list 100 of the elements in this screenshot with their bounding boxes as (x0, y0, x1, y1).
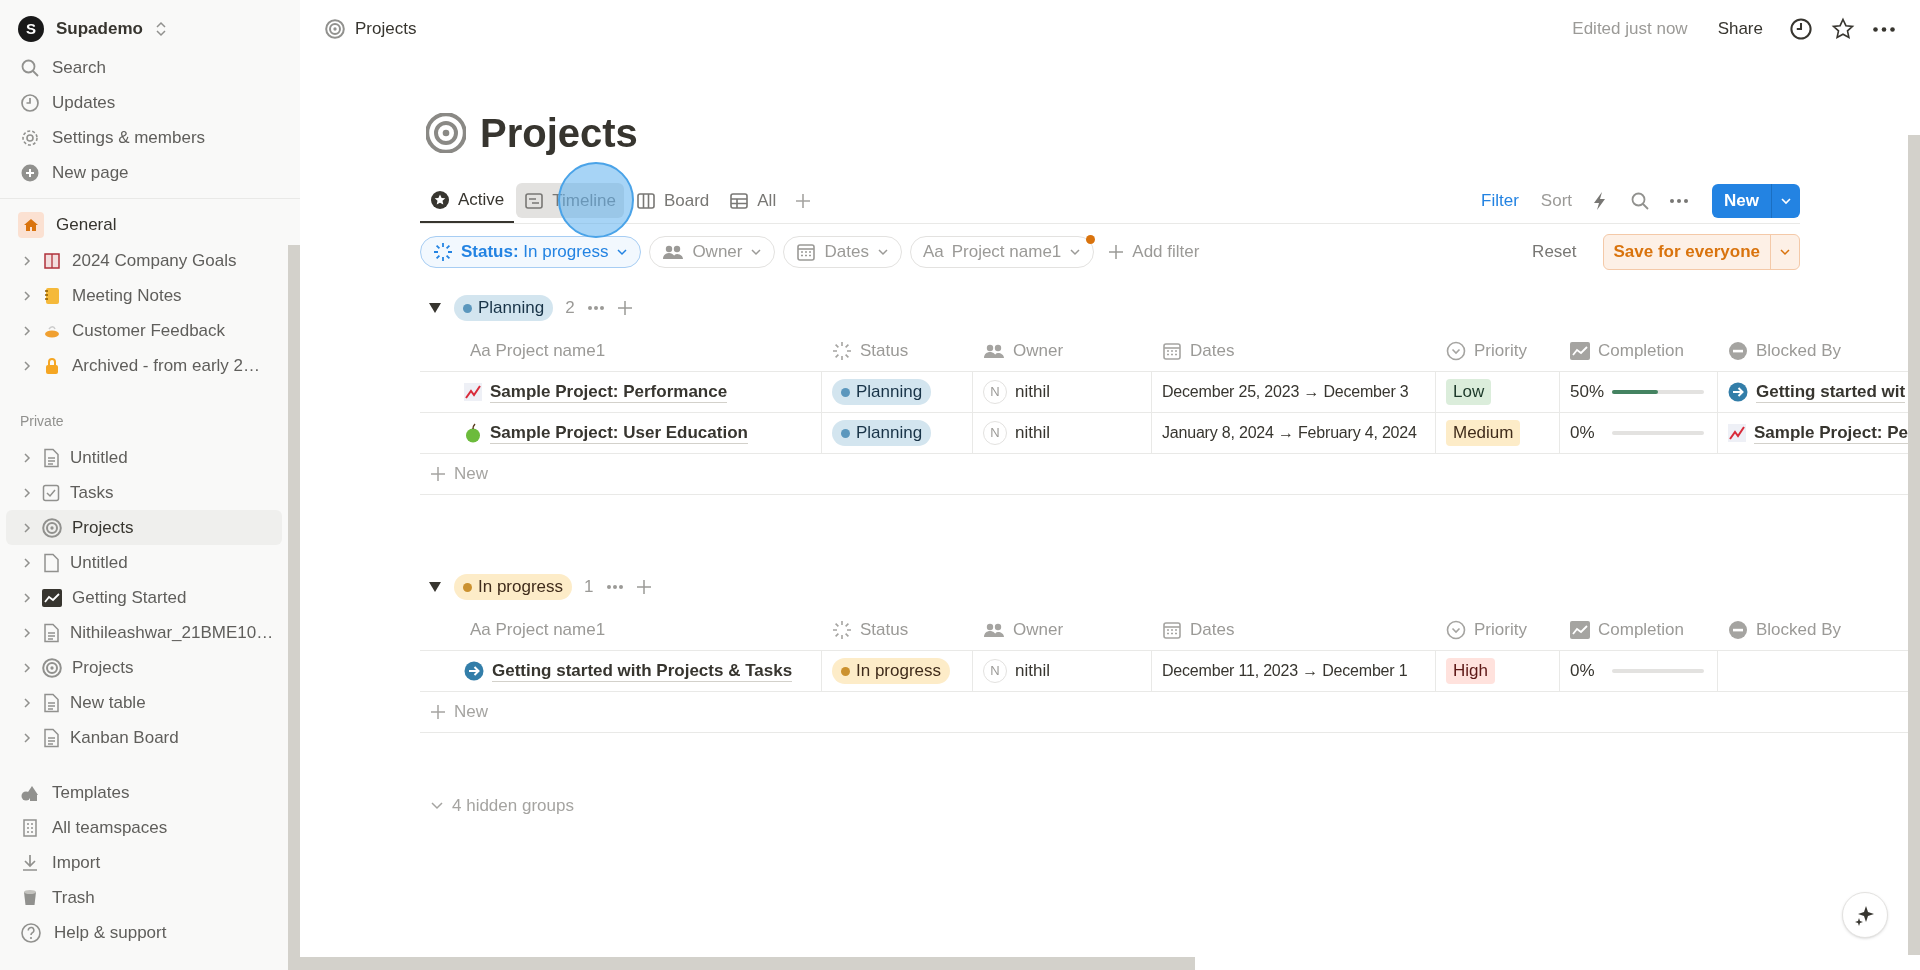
group-count: 1 (584, 576, 594, 599)
star-circle-icon (430, 189, 450, 210)
owner-name: nithil (1015, 422, 1050, 445)
sidebar-page[interactable]: Projects (6, 650, 282, 685)
date-range: December 11, 2023 → December 1 (1162, 661, 1408, 681)
group-label[interactable]: In progress (454, 574, 573, 600)
sidebar-page[interactable]: Meeting Notes (6, 278, 282, 313)
status-tag: Planning (832, 420, 932, 446)
sparkle-icon (1854, 904, 1876, 926)
chevron-right-icon (22, 253, 32, 268)
calendar-icon (1162, 619, 1182, 640)
ai-button[interactable] (1842, 892, 1888, 938)
history-icon (1789, 17, 1813, 41)
sidebar-page[interactable]: New table (6, 685, 282, 720)
view-tab[interactable]: Board (625, 178, 720, 223)
target-icon (42, 517, 62, 538)
date-range: January 8, 2024 → February 4, 2024 (1162, 423, 1417, 443)
chart-icon (1570, 620, 1590, 639)
more-icon (1873, 26, 1895, 32)
chevron-down-icon (616, 246, 629, 258)
scrollbar[interactable] (1908, 135, 1920, 955)
workspace-name[interactable]: Supademo (56, 16, 143, 42)
scrollbar[interactable] (300, 957, 1195, 970)
sidebar-item[interactable]: Settings & members (0, 120, 288, 155)
people-icon (662, 243, 685, 261)
scrollbar[interactable] (288, 245, 300, 970)
minus-circle-icon (1728, 340, 1748, 361)
sidebar-item[interactable]: Updates (0, 85, 288, 120)
teamspace-header[interactable]: General (0, 207, 288, 243)
document-icon (42, 552, 60, 573)
document-icon (42, 622, 60, 643)
table-icon (729, 190, 750, 211)
plus-icon (1108, 244, 1125, 260)
document-icon (42, 447, 60, 468)
plus-circle-icon (20, 162, 40, 183)
sidebar-item[interactable]: Import (0, 845, 288, 880)
page-title: Projects (480, 110, 638, 157)
chevron-up-down-icon (154, 21, 167, 37)
reset-button[interactable]: Reset (1532, 239, 1577, 265)
chevron-right-icon (22, 730, 32, 745)
calendar-icon (796, 242, 817, 262)
sidebar-item[interactable]: Search (0, 50, 288, 85)
chevron-right-icon (22, 555, 32, 570)
chart-icon (1570, 341, 1590, 360)
progress-reading: 50% (1570, 381, 1604, 404)
chevron-right-icon (22, 625, 32, 640)
page-link[interactable]: Getting started wit (1756, 380, 1906, 404)
view-tab[interactable]: All (719, 178, 787, 223)
chevron-down-icon (750, 246, 763, 258)
sidebar-item[interactable]: Templates (0, 775, 288, 810)
progress-reading: 0% (1570, 660, 1596, 683)
sidebar-page[interactable]: Kanban Board (6, 720, 282, 755)
sidebar-page[interactable]: Customer Feedback (6, 313, 282, 348)
section-heading: Private (19, 412, 65, 431)
minus-circle-icon (1728, 619, 1748, 640)
sidebar-page[interactable]: Untitled (6, 440, 282, 475)
breadcrumb[interactable]: Projects (325, 16, 417, 42)
sidebar-page[interactable]: Tasks (6, 475, 282, 510)
filter-pill[interactable]: Status: In progress (420, 236, 642, 268)
type-label: Aa (922, 241, 944, 264)
chevron-right-icon (22, 450, 32, 465)
page-link[interactable]: Getting started with Projects & Tasks (492, 659, 793, 683)
checkbox-icon (42, 483, 60, 502)
chevron-down-icon (876, 246, 889, 258)
sidebar-item[interactable]: New page (0, 155, 288, 190)
document-icon (42, 727, 60, 748)
chevron-right-icon (22, 520, 32, 535)
priority-tag: High (1446, 658, 1495, 684)
target-icon (325, 19, 345, 39)
loading-icon (832, 619, 852, 640)
home-icon (18, 212, 44, 238)
priority-tag: Medium (1446, 420, 1521, 446)
page-link[interactable]: Sample Project: User Education (490, 421, 748, 445)
group-label[interactable]: Planning (454, 295, 554, 321)
chevron-right-icon (22, 485, 32, 500)
sidebar-page[interactable]: 2024 Company Goals (6, 243, 282, 278)
sidebar-page[interactable]: Nithileashwar_21BME10… (6, 615, 282, 650)
sidebar-page[interactable]: Untitled (6, 545, 282, 580)
sidebar-page[interactable]: Projects (6, 510, 282, 545)
sidebar-page[interactable]: Getting Started (6, 580, 282, 615)
loading-icon (433, 242, 453, 262)
clock-icon (20, 92, 40, 113)
target-icon (426, 113, 466, 153)
sidebar-item[interactable]: Trash (0, 880, 288, 915)
building-icon (20, 817, 40, 838)
view-tab[interactable]: Active (420, 178, 515, 223)
sidebar-page[interactable]: Archived - from early 2… (6, 348, 282, 383)
share-button[interactable]: Share (1717, 16, 1763, 42)
loading-icon (832, 340, 852, 361)
progress-reading: 0% (1570, 422, 1596, 445)
arrow-circle-icon (1728, 382, 1748, 402)
more-icon (1670, 198, 1689, 203)
filter-button[interactable]: Filter (1481, 187, 1519, 214)
chevron-circle-icon (1446, 340, 1466, 361)
sidebar-item[interactable]: All teamspaces (0, 810, 288, 845)
plus-icon (616, 300, 633, 316)
page-link[interactable]: Sample Project: Performance (490, 380, 728, 404)
sidebar-item[interactable]: Help & support (0, 915, 288, 950)
plus-icon (794, 191, 813, 210)
settings-icon (20, 127, 40, 148)
